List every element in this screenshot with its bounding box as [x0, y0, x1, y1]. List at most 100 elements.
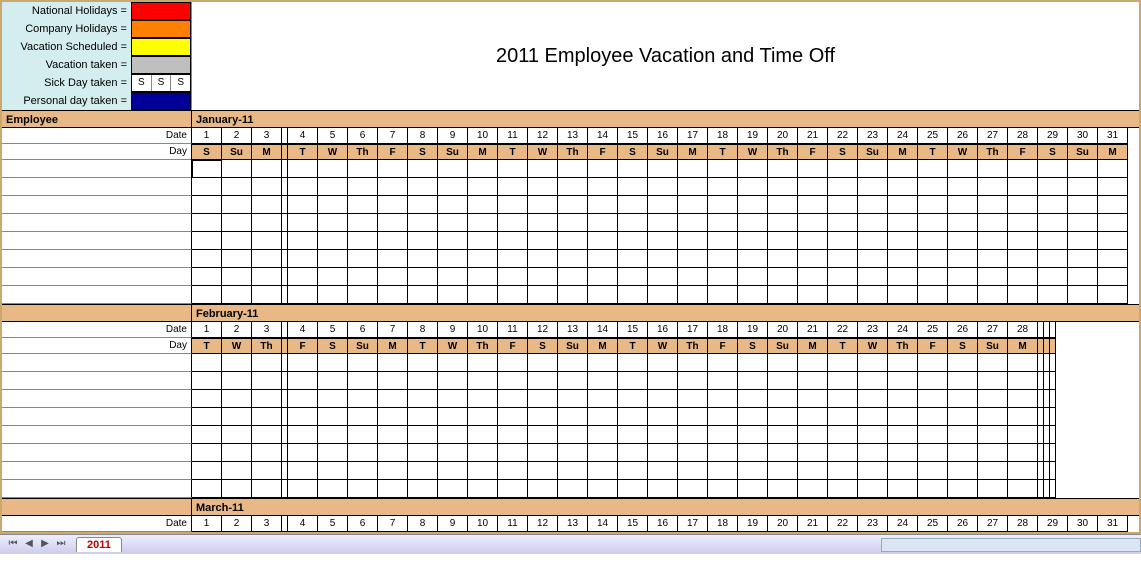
calendar-cell[interactable]: [708, 268, 738, 286]
calendar-cell[interactable]: [348, 214, 378, 232]
calendar-cell[interactable]: [588, 196, 618, 214]
calendar-cell[interactable]: [618, 390, 648, 408]
calendar-cell[interactable]: [858, 250, 888, 268]
calendar-cell[interactable]: [738, 214, 768, 232]
calendar-cell[interactable]: [738, 354, 768, 372]
date-cell[interactable]: 12: [528, 128, 558, 144]
calendar-cell[interactable]: [1068, 250, 1098, 268]
calendar-cell[interactable]: [678, 286, 708, 304]
calendar-cell[interactable]: [252, 214, 282, 232]
date-cell[interactable]: 7: [378, 128, 408, 144]
calendar-cell[interactable]: [1098, 160, 1128, 178]
calendar-cell[interactable]: [1098, 196, 1128, 214]
calendar-cell[interactable]: [978, 250, 1008, 268]
employee-name-cell[interactable]: [2, 214, 192, 232]
calendar-cell[interactable]: [708, 232, 738, 250]
calendar-cell[interactable]: [288, 286, 318, 304]
calendar-cell[interactable]: [738, 286, 768, 304]
calendar-cell[interactable]: [1098, 286, 1128, 304]
weekday-cell[interactable]: Th: [468, 338, 498, 354]
calendar-cell[interactable]: [978, 408, 1008, 426]
date-cell[interactable]: 14: [588, 322, 618, 338]
calendar-cell[interactable]: [1068, 178, 1098, 196]
calendar-cell[interactable]: [438, 232, 468, 250]
employee-name-cell[interactable]: [2, 408, 192, 426]
calendar-cell[interactable]: [678, 372, 708, 390]
date-cell[interactable]: 30: [1068, 128, 1098, 144]
calendar-cell[interactable]: [1008, 178, 1038, 196]
calendar-cell[interactable]: [348, 480, 378, 498]
weekday-cell[interactable]: Su: [648, 144, 678, 160]
calendar-cell[interactable]: [288, 178, 318, 196]
date-cell[interactable]: 1: [192, 128, 222, 144]
calendar-cell[interactable]: [318, 408, 348, 426]
calendar-cell[interactable]: [948, 160, 978, 178]
calendar-cell[interactable]: [192, 232, 222, 250]
calendar-cell[interactable]: [618, 354, 648, 372]
calendar-cell[interactable]: [618, 408, 648, 426]
date-cell[interactable]: 30: [1068, 516, 1098, 532]
calendar-cell[interactable]: [498, 196, 528, 214]
calendar-cell[interactable]: [708, 372, 738, 390]
date-cell[interactable]: 3: [252, 516, 282, 532]
calendar-cell[interactable]: [288, 444, 318, 462]
calendar-cell[interactable]: [378, 354, 408, 372]
calendar-cell[interactable]: [408, 390, 438, 408]
calendar-cell[interactable]: [408, 214, 438, 232]
calendar-cell[interactable]: [378, 178, 408, 196]
date-cell[interactable]: 9: [438, 128, 468, 144]
calendar-cell[interactable]: [438, 354, 468, 372]
calendar-cell[interactable]: [888, 444, 918, 462]
calendar-cell[interactable]: [798, 372, 828, 390]
calendar-cell[interactable]: [222, 408, 252, 426]
date-cell[interactable]: 2: [222, 322, 252, 338]
calendar-cell[interactable]: [348, 196, 378, 214]
calendar-cell[interactable]: [288, 354, 318, 372]
calendar-cell[interactable]: [468, 372, 498, 390]
calendar-cell[interactable]: [678, 214, 708, 232]
calendar-cell[interactable]: [408, 250, 438, 268]
calendar-cell[interactable]: [1008, 196, 1038, 214]
calendar-cell[interactable]: [1098, 268, 1128, 286]
calendar-cell[interactable]: [288, 268, 318, 286]
calendar-cell[interactable]: [468, 390, 498, 408]
calendar-cell[interactable]: [558, 214, 588, 232]
calendar-cell[interactable]: [618, 286, 648, 304]
weekday-cell[interactable]: Su: [858, 144, 888, 160]
calendar-cell[interactable]: [918, 160, 948, 178]
calendar-cell[interactable]: [222, 480, 252, 498]
weekday-cell[interactable]: F: [498, 338, 528, 354]
calendar-cell[interactable]: [528, 390, 558, 408]
date-cell[interactable]: 18: [708, 516, 738, 532]
calendar-cell[interactable]: [222, 178, 252, 196]
calendar-cell[interactable]: [978, 480, 1008, 498]
date-cell[interactable]: 2: [222, 128, 252, 144]
calendar-cell[interactable]: [348, 354, 378, 372]
calendar-cell[interactable]: [1068, 232, 1098, 250]
calendar-cell[interactable]: [498, 372, 528, 390]
calendar-cell[interactable]: [1008, 480, 1038, 498]
calendar-cell[interactable]: [222, 160, 252, 178]
calendar-cell[interactable]: [1038, 196, 1068, 214]
calendar-cell[interactable]: [738, 268, 768, 286]
calendar-cell[interactable]: [828, 480, 858, 498]
calendar-cell[interactable]: [558, 178, 588, 196]
calendar-cell[interactable]: [978, 372, 1008, 390]
calendar-cell[interactable]: [1098, 178, 1128, 196]
weekday-cell[interactable]: M: [798, 338, 828, 354]
date-cell[interactable]: 21: [798, 516, 828, 532]
calendar-cell[interactable]: [798, 480, 828, 498]
calendar-cell[interactable]: [1068, 286, 1098, 304]
date-cell[interactable]: 17: [678, 128, 708, 144]
date-cell[interactable]: 17: [678, 516, 708, 532]
calendar-cell[interactable]: [858, 232, 888, 250]
tab-first-icon[interactable]: ⏮: [6, 538, 20, 552]
date-cell[interactable]: 5: [318, 128, 348, 144]
date-cell[interactable]: 27: [978, 322, 1008, 338]
calendar-cell[interactable]: [738, 372, 768, 390]
calendar-cell[interactable]: [222, 372, 252, 390]
calendar-cell[interactable]: [222, 286, 252, 304]
calendar-cell[interactable]: [678, 480, 708, 498]
calendar-cell[interactable]: [288, 214, 318, 232]
calendar-cell[interactable]: [978, 214, 1008, 232]
